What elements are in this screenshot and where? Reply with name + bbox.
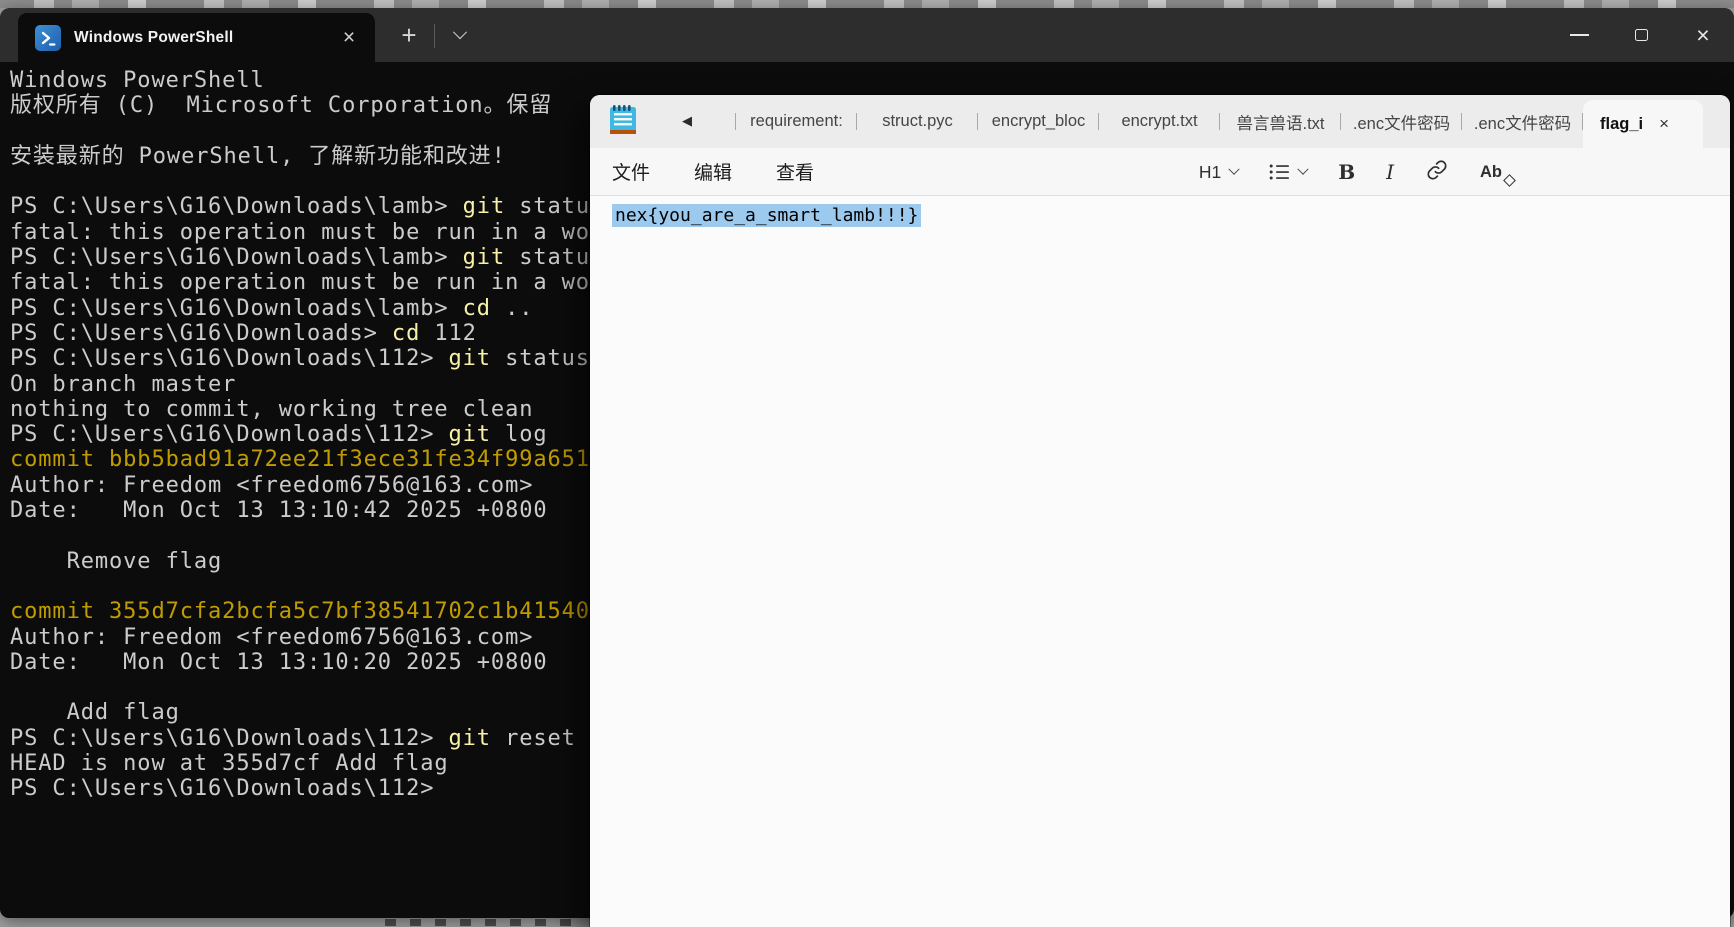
notepad-window: ◀ requirement: struct.pyc encrypt_bloc encr… <box>590 95 1730 927</box>
heading-label: H1 <box>1198 161 1222 182</box>
powershell-icon <box>35 24 61 51</box>
notepad-tab[interactable]: encrypt.txt <box>1099 95 1220 148</box>
terminal-line: Windows PowerShell <box>10 68 265 93</box>
minimize-button[interactable] <box>1548 8 1610 62</box>
background-window-text-fragment <box>385 919 585 926</box>
notepad-tab-label: .enc文件密码 <box>1352 114 1451 133</box>
notepad-tab[interactable]: 兽言兽语.txt <box>1220 95 1341 148</box>
notepad-menubar: 文件 编辑 查看 H1 B I Ab <box>590 148 1730 196</box>
maximize-button[interactable] <box>1610 8 1672 62</box>
close-button[interactable]: × <box>1672 8 1734 62</box>
terminal-tab[interactable]: Windows PowerShell × <box>18 13 375 62</box>
titlebar-divider <box>434 24 435 48</box>
eraser-icon <box>1503 173 1516 187</box>
tab-scroll-left-icon[interactable]: ◀ <box>674 108 700 134</box>
background-window-top-edge <box>0 0 1734 8</box>
notepad-tab-label: .enc文件密码 <box>1473 114 1572 133</box>
chevron-down-icon <box>1297 163 1309 175</box>
terminal-tab-close-icon[interactable]: × <box>329 13 369 62</box>
menu-file[interactable]: 文件 <box>601 158 661 185</box>
notepad-tab[interactable]: .enc文件密码 <box>1462 95 1583 148</box>
clear-format-button[interactable]: Ab <box>1480 162 1516 187</box>
link-icon <box>1427 159 1447 180</box>
minimize-icon <box>1569 34 1589 36</box>
menu-edit[interactable]: 编辑 <box>683 158 743 185</box>
link-button[interactable] <box>1425 158 1449 187</box>
bold-button[interactable]: B <box>1338 160 1355 184</box>
clear-format-label: Ab <box>1480 162 1502 181</box>
notepad-tab-label: 兽言兽语.txt <box>1236 114 1325 133</box>
maximize-icon <box>1634 29 1648 41</box>
notepad-tab-label: requirement: <box>750 112 843 130</box>
notepad-tabbar: ◀ requirement: struct.pyc encrypt_bloc encr… <box>590 95 1730 148</box>
notepad-tab-label: encrypt_bloc <box>991 112 1086 130</box>
desktop: Windows PowerShell × + × Windows PowerSh… <box>0 0 1734 927</box>
notepad-tab-active[interactable]: flag_i × <box>1583 100 1703 148</box>
tab-close-icon[interactable]: × <box>1659 114 1669 134</box>
notepad-tab[interactable]: requirement: <box>736 95 857 148</box>
notepad-tab-label: flag_i <box>1600 114 1644 133</box>
tab-dropdown-button[interactable] <box>443 8 477 62</box>
terminal-titlebar[interactable]: Windows PowerShell × + × <box>0 8 1734 62</box>
window-controls: × <box>1548 8 1734 62</box>
format-toolbar: H1 B I Ab <box>1198 148 1516 196</box>
chevron-down-icon <box>1228 163 1240 175</box>
new-tab-button[interactable]: + <box>390 8 428 62</box>
notepad-tab[interactable]: struct.pyc <box>857 95 978 148</box>
notepad-tab-label: encrypt.txt <box>1121 112 1198 130</box>
notepad-tabs: requirement: struct.pyc encrypt_bloc encryp… <box>735 95 1703 148</box>
terminal-tab-title: Windows PowerShell <box>74 28 234 46</box>
italic-button[interactable]: I <box>1386 160 1394 184</box>
editor-area[interactable]: nex{you_are_a_smart_lamb!!!} <box>590 196 1730 927</box>
heading-dropdown[interactable]: H1 <box>1198 161 1240 183</box>
list-dropdown[interactable] <box>1269 163 1309 181</box>
notepad-tab-label: struct.pyc <box>882 112 953 130</box>
menu-view[interactable]: 查看 <box>765 158 825 185</box>
chevron-down-icon <box>452 25 468 40</box>
selected-text[interactable]: nex{you_are_a_smart_lamb!!!} <box>612 204 922 227</box>
notepad-tab[interactable]: encrypt_bloc <box>978 95 1099 148</box>
notepad-icon <box>608 104 638 138</box>
notepad-tab[interactable]: .enc文件密码 <box>1341 95 1462 148</box>
bullet-list-icon <box>1269 164 1290 180</box>
